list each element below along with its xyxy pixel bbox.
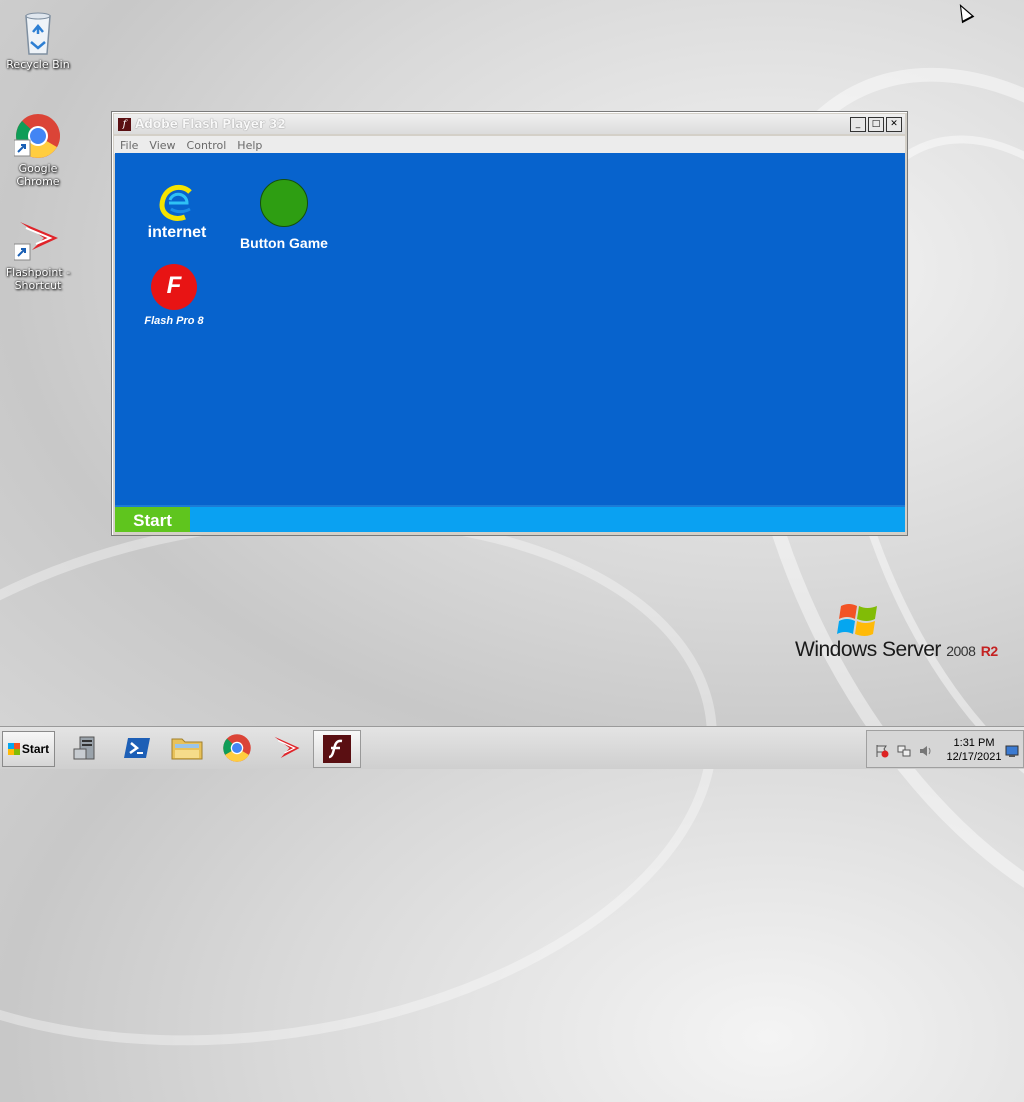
app-flash-pro[interactable]: F Flash Pro 8 xyxy=(138,264,210,327)
flashpoint-icon xyxy=(13,216,62,264)
maximize-button[interactable]: □ xyxy=(868,116,884,132)
show-desktop-icon[interactable] xyxy=(1005,743,1019,757)
window-title: Adobe Flash Player 32 xyxy=(135,117,286,131)
desktop-icon-chrome[interactable]: Google Chrome xyxy=(0,112,76,188)
brand-windows: Windows Server xyxy=(795,638,941,661)
taskbar: Start 1:31 PM 12/17/2021 xyxy=(0,726,1024,769)
title-bar[interactable]: f Adobe Flash Player 32 _ □ ✕ xyxy=(114,114,905,134)
wallpaper-swirl xyxy=(0,458,752,1102)
windows-server-branding: Windows Server 2008 R2 xyxy=(795,598,1005,668)
desktop-icon-flashpoint[interactable]: Flashpoint - Shortcut xyxy=(0,216,76,292)
minimize-button[interactable]: _ xyxy=(850,116,866,132)
app-button-game[interactable]: Button Game xyxy=(234,179,334,251)
menu-file[interactable]: File xyxy=(120,139,138,152)
menu-help[interactable]: Help xyxy=(237,139,262,152)
flash-pro-icon: F xyxy=(151,264,197,310)
flash-taskbar: Start xyxy=(115,505,905,532)
desktop-icon-label: Recycle Bin xyxy=(6,58,70,71)
taskbar-server-manager[interactable] xyxy=(64,730,110,766)
chrome-icon xyxy=(13,112,62,160)
app-label: internet xyxy=(147,224,207,241)
menu-view[interactable]: View xyxy=(149,139,175,152)
app-label: Flash Pro 8 xyxy=(144,315,204,327)
windows-flag-icon xyxy=(837,600,881,640)
network-icon[interactable] xyxy=(897,743,911,757)
system-tray: 1:31 PM 12/17/2021 xyxy=(866,730,1024,768)
server-manager-icon xyxy=(73,736,95,760)
app-label: Button Game xyxy=(240,235,328,251)
internet-e-icon xyxy=(157,183,197,223)
taskbar-flashpoint[interactable] xyxy=(264,730,310,766)
taskbar-flash-player[interactable] xyxy=(313,730,361,768)
flash-player-window[interactable]: f Adobe Flash Player 32 _ □ ✕ File View … xyxy=(111,111,908,536)
desktop-icon-recycle-bin[interactable]: Recycle Bin xyxy=(0,8,76,71)
volume-icon[interactable] xyxy=(919,743,933,757)
menu-bar: File View Control Help xyxy=(114,136,905,154)
close-button[interactable]: ✕ xyxy=(886,116,902,132)
start-button[interactable]: Start xyxy=(2,731,55,767)
windows-logo-icon xyxy=(7,743,20,755)
menu-control[interactable]: Control xyxy=(187,139,227,152)
start-label: Start xyxy=(21,742,50,756)
flash-app-icon: f xyxy=(118,117,131,131)
flash-player-icon xyxy=(323,735,351,763)
green-circle-icon xyxy=(260,179,308,227)
taskbar-chrome[interactable] xyxy=(214,730,260,766)
flashpoint-icon xyxy=(274,736,300,758)
mouse-cursor-icon xyxy=(953,0,975,24)
chrome-icon xyxy=(223,734,251,762)
app-internet[interactable]: internet xyxy=(142,183,212,242)
taskbar-powershell[interactable] xyxy=(114,730,160,766)
action-center-icon[interactable] xyxy=(875,743,889,758)
recycle-bin-icon xyxy=(14,8,62,56)
brand-release: R2 xyxy=(980,643,998,659)
desktop-icon-label: Flashpoint - Shortcut xyxy=(5,266,71,292)
clock-time: 1:31 PM xyxy=(953,737,995,749)
brand-version: 2008 xyxy=(946,643,976,659)
desktop-icon-label: Google Chrome xyxy=(16,162,60,188)
taskbar-explorer[interactable] xyxy=(164,730,210,766)
flash-stage[interactable]: internet Button Game F Flash Pro 8 Start xyxy=(115,153,905,532)
folder-icon xyxy=(171,738,203,760)
clock-date: 12/17/2021 xyxy=(946,751,1002,763)
clock[interactable]: 1:31 PM 12/17/2021 xyxy=(939,736,1009,764)
flash-start-button[interactable]: Start xyxy=(115,507,190,532)
powershell-icon xyxy=(124,738,150,758)
